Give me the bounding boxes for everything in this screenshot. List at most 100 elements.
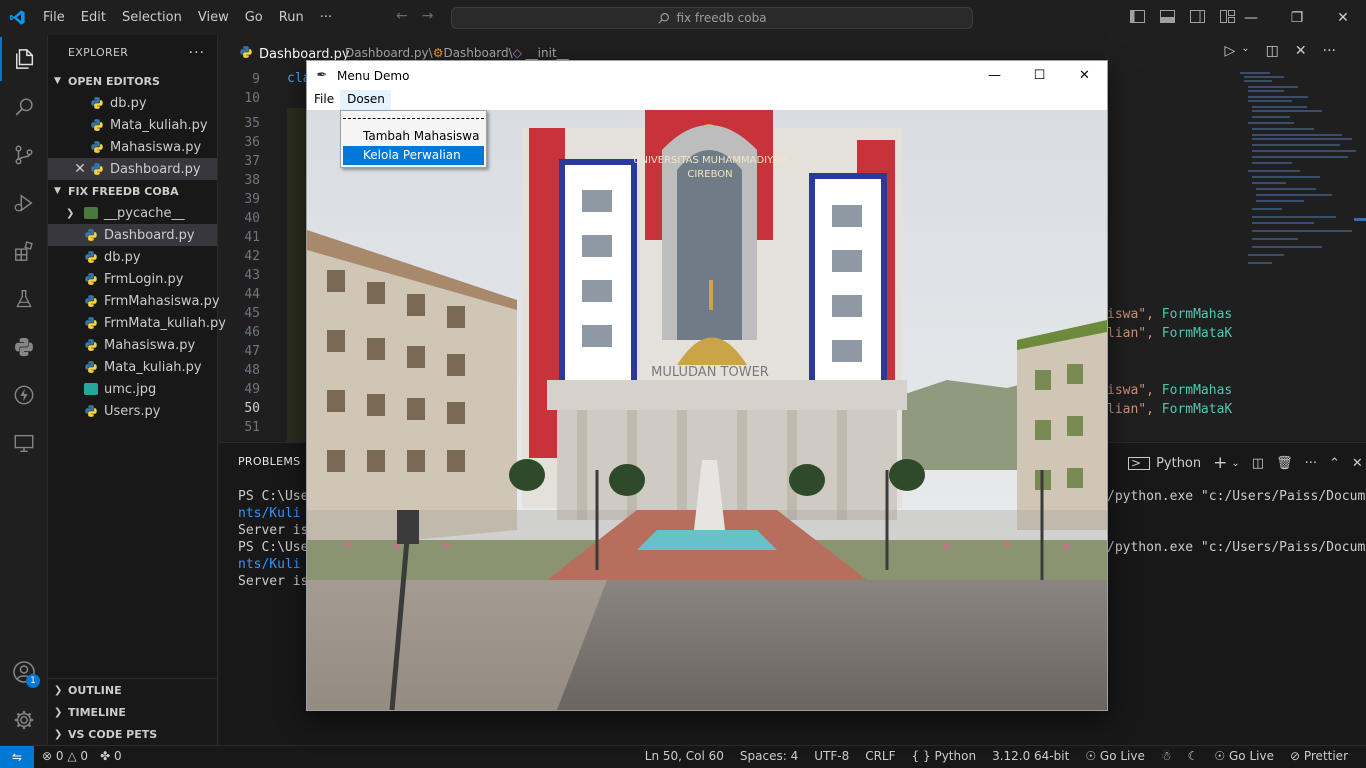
python-icon[interactable] xyxy=(0,325,48,369)
breadcrumb-file[interactable]: Dashboard.py xyxy=(345,46,429,60)
accounts-icon[interactable]: 1 xyxy=(0,650,48,694)
chevron-down-icon[interactable]: ⌄ xyxy=(1231,458,1239,469)
close-window-icon[interactable]: ✕ xyxy=(1320,0,1366,35)
maximize-panel-icon[interactable]: ⌃ xyxy=(1329,456,1340,471)
open-editor-item-active[interactable]: ✕ Dashboard.py xyxy=(48,158,217,180)
split-terminal-icon[interactable]: ◫ xyxy=(1252,456,1264,471)
toggle-panel-icon[interactable] xyxy=(1156,8,1178,27)
open-editor-item[interactable]: Mata_kuliah.py xyxy=(48,114,217,136)
minimize-icon[interactable]: — xyxy=(1228,0,1274,35)
toggle-secondary-sidebar-icon[interactable] xyxy=(1186,8,1208,27)
menu-more[interactable]: ··· xyxy=(312,0,340,35)
tab-problems[interactable]: PROBLEMS xyxy=(238,455,300,468)
more-panel-actions-icon[interactable]: ··· xyxy=(1305,456,1317,471)
close-all-icon[interactable]: ✕ xyxy=(1295,43,1307,59)
menu-item-kelola-perwalian[interactable]: Kelola Perwalian xyxy=(343,146,484,165)
tk-close-icon[interactable]: ✕ xyxy=(1062,61,1107,90)
tk-minimize-icon[interactable]: — xyxy=(972,61,1017,90)
cursor-position[interactable]: Ln 50, Col 60 xyxy=(645,749,724,763)
open-editors-header[interactable]: ▼ OPEN EDITORS xyxy=(48,70,217,92)
menu-go[interactable]: Go xyxy=(237,0,271,35)
settings-gear-icon[interactable] xyxy=(0,698,48,742)
search-activity-icon[interactable] xyxy=(0,85,48,129)
breadcrumb-class[interactable]: Dashboard xyxy=(443,46,508,60)
menu-file[interactable]: File xyxy=(35,0,73,35)
accounts-badge: 1 xyxy=(26,674,40,688)
file-item[interactable]: Mahasiswa.py xyxy=(48,334,217,356)
menu-edit[interactable]: Edit xyxy=(73,0,114,35)
file-item-selected[interactable]: Dashboard.py xyxy=(48,224,217,246)
menu-view[interactable]: View xyxy=(190,0,237,35)
testing-flask-icon[interactable] xyxy=(0,277,48,321)
remote-explorer-icon[interactable] xyxy=(0,421,48,465)
close-editor-icon[interactable]: ✕ xyxy=(70,161,90,177)
outline-header[interactable]: ❯ OUTLINE xyxy=(48,679,218,701)
toggle-sidebar-icon[interactable] xyxy=(1126,8,1148,27)
folder-item[interactable]: ❯ __pycache__ xyxy=(48,202,217,224)
file-item[interactable]: FrmMata_kuliah.py xyxy=(48,312,226,334)
menu-run[interactable]: Run xyxy=(271,0,312,35)
run-debug-icon[interactable] xyxy=(0,181,48,225)
golive-status[interactable]: ☉ Go Live xyxy=(1085,749,1145,763)
file-item[interactable]: Mata_kuliah.py xyxy=(48,356,217,378)
indentation[interactable]: Spaces: 4 xyxy=(740,749,798,763)
restore-icon[interactable]: ❐ xyxy=(1274,0,1320,35)
minimap[interactable] xyxy=(1238,70,1356,280)
remote-indicator-icon[interactable]: ⇋ xyxy=(0,746,34,768)
moon-icon[interactable]: ☾ xyxy=(1188,749,1199,763)
run-dropdown-icon[interactable]: ⌄ xyxy=(1241,43,1249,59)
terminal-output[interactable]: PS C:\User nts/Kuli a Server is PS C:\Us… xyxy=(238,488,316,590)
prettier-status[interactable]: ⊘ Prettier xyxy=(1290,749,1348,763)
tk-menu-dosen[interactable]: Dosen xyxy=(340,90,391,110)
file-item[interactable]: umc.jpg xyxy=(48,378,217,400)
source-control-icon[interactable] xyxy=(0,133,48,177)
error-count: 0 xyxy=(55,749,64,763)
warning-count: 0 xyxy=(80,749,89,763)
codepets-header[interactable]: ❯ VS CODE PETS xyxy=(48,723,218,745)
tk-maximize-icon[interactable]: ☐ xyxy=(1017,61,1062,90)
close-panel-icon[interactable]: ✕ xyxy=(1352,456,1363,471)
ports-status[interactable]: ✤ 0 xyxy=(100,749,122,763)
tk-menu-bar: File Dosen xyxy=(307,90,1107,110)
open-editor-item[interactable]: db.py xyxy=(48,92,217,114)
tearoff-line[interactable] xyxy=(343,118,484,119)
problems-status[interactable]: ⊗ 0 △ 0 xyxy=(42,749,88,763)
explorer-icon[interactable] xyxy=(0,37,48,81)
copilot-icon[interactable]: ☃ xyxy=(1161,749,1172,763)
python-file-icon xyxy=(84,294,98,308)
menu-selection[interactable]: Selection xyxy=(114,0,190,35)
file-item[interactable]: FrmLogin.py xyxy=(48,268,217,290)
lightning-icon[interactable] xyxy=(0,373,48,417)
split-editor-icon[interactable]: ◫ xyxy=(1266,43,1279,59)
timeline-header[interactable]: ❯ TIMELINE xyxy=(48,701,218,723)
new-terminal-icon[interactable]: + xyxy=(1213,453,1227,473)
run-python-icon[interactable]: ▷ xyxy=(1225,43,1236,59)
back-arrow-icon[interactable]: ← xyxy=(396,8,408,24)
file-item[interactable]: Users.py xyxy=(48,400,217,422)
golive-status-2[interactable]: ☉ Go Live xyxy=(1214,749,1274,763)
open-editor-item[interactable]: Mahasiswa.py xyxy=(48,136,217,158)
status-right: Ln 50, Col 60 Spaces: 4 UTF-8 CRLF { } P… xyxy=(645,749,1348,763)
file-item[interactable]: db.py xyxy=(48,246,217,268)
tk-menu-file[interactable]: File xyxy=(307,90,340,110)
tk-title-bar[interactable]: ✒ Menu Demo — ☐ ✕ xyxy=(307,61,1107,90)
explorer-title: EXPLORER xyxy=(68,46,129,59)
building-sign-text-2: CIREBON xyxy=(687,169,732,180)
breadcrumb-method[interactable]: __init__ xyxy=(526,46,569,60)
encoding[interactable]: UTF-8 xyxy=(814,749,849,763)
python-interpreter[interactable]: 3.12.0 64-bit xyxy=(992,749,1069,763)
more-editor-actions-icon[interactable]: ··· xyxy=(1323,43,1336,59)
more-actions-icon[interactable]: ··· xyxy=(189,45,205,61)
status-left: ⊗ 0 △ 0 ✤ 0 xyxy=(42,749,122,763)
image-file-icon xyxy=(84,383,98,395)
trash-icon[interactable]: 🗑 xyxy=(1276,456,1293,471)
menu-item-tambah-mahasiswa[interactable]: Tambah Mahasiswa xyxy=(343,127,484,146)
language-mode[interactable]: { } Python xyxy=(912,749,977,763)
eol[interactable]: CRLF xyxy=(865,749,895,763)
file-item[interactable]: FrmMahasiswa.py xyxy=(48,290,220,312)
extensions-icon[interactable] xyxy=(0,229,48,273)
forward-arrow-icon[interactable]: → xyxy=(422,8,434,24)
folder-header[interactable]: ▼ FIX FREEDB COBA xyxy=(48,180,217,202)
terminal-name[interactable]: Python xyxy=(1156,456,1201,471)
command-center[interactable]: fix freedb coba xyxy=(451,7,973,29)
